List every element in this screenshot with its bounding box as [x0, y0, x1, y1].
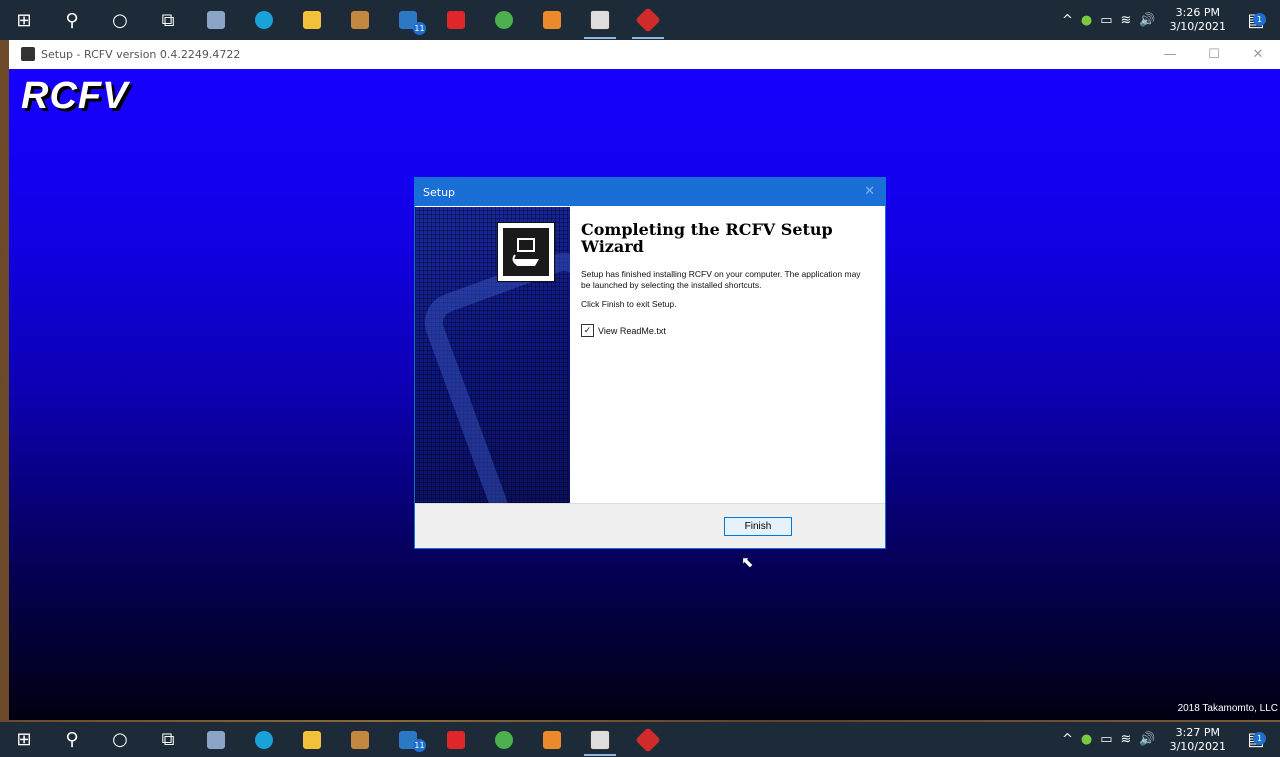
setup-app-icon[interactable]	[576, 0, 624, 40]
photos-icon[interactable]	[192, 722, 240, 757]
misc-app-icon[interactable]	[624, 722, 672, 757]
mail-badge: 11	[413, 22, 426, 35]
window-title: Setup - RCFV version 0.4.2249.4722	[41, 47, 241, 61]
clock[interactable]: 3:26 PM 3/10/2021	[1164, 6, 1232, 34]
task-view-icon[interactable]: ⧉	[144, 722, 192, 757]
clock[interactable]: 3:27 PM 3/10/2021	[1164, 726, 1232, 754]
windows-start-icon[interactable]: ⊞	[0, 0, 48, 40]
battery-icon[interactable]: ▭	[1100, 732, 1112, 747]
volume-icon[interactable]: 🔊	[1139, 13, 1155, 28]
foxit-icon[interactable]	[432, 722, 480, 757]
dialog-title: Setup	[423, 185, 456, 199]
dialog-titlebar: Setup ✕	[415, 178, 885, 206]
mail-icon[interactable]: 11	[384, 0, 432, 40]
wizard-paragraph-finished: Setup has finished installing RCFV on yo…	[581, 269, 861, 290]
file-explorer-icon[interactable]	[288, 0, 336, 40]
edge-icon[interactable]	[240, 0, 288, 40]
dialog-close-icon[interactable]: ✕	[864, 184, 875, 199]
system-tray: ^ ● ▭ ≋ 🔊 3:27 PM 3/10/2021 ▤1	[1062, 726, 1280, 754]
sync-icon[interactable]: ●	[1081, 732, 1092, 747]
dialog-content: Completing the RCFV Setup Wizard Setup h…	[570, 207, 885, 503]
view-readme-option[interactable]: ✓ View ReadMe.txt	[581, 324, 871, 337]
mail-icon[interactable]: 11	[384, 722, 432, 757]
setup-icon	[21, 47, 35, 61]
decorative-shape	[416, 244, 570, 503]
mail-badge: 11	[413, 739, 426, 752]
clock-date: 3/10/2021	[1169, 739, 1226, 753]
media-icon[interactable]	[528, 0, 576, 40]
foxit-icon[interactable]	[432, 0, 480, 40]
wizard-paragraph-exit: Click Finish to exit Setup.	[581, 299, 677, 309]
chevron-up-icon[interactable]: ^	[1062, 13, 1073, 28]
notification-icon[interactable]: ▤1	[1240, 10, 1272, 31]
setup-dialog: Setup ✕ Completing the RCFV Setup Wizard…	[414, 177, 886, 549]
chrome-icon[interactable]	[480, 722, 528, 757]
wifi-icon[interactable]: ≋	[1121, 732, 1132, 747]
wizard-heading: Completing the RCFV Setup Wizard	[581, 220, 833, 256]
notification-badge: 1	[1253, 12, 1266, 26]
notification-badge: 1	[1253, 732, 1266, 745]
file-explorer-icon[interactable]	[288, 722, 336, 757]
game-icon[interactable]	[336, 0, 384, 40]
minimize-button[interactable]: —	[1148, 47, 1192, 62]
task-view-icon[interactable]: ⧉	[144, 0, 192, 40]
cortana-icon[interactable]: ○	[96, 722, 144, 757]
sync-icon[interactable]: ●	[1081, 13, 1092, 28]
misc-app-icon[interactable]	[624, 0, 672, 40]
copyright-text: 2018 Takamomto, LLC	[1177, 703, 1278, 714]
wizard-side-image	[415, 207, 570, 503]
setup-app-icon[interactable]	[576, 722, 624, 757]
photos-icon[interactable]	[192, 0, 240, 40]
system-tray: ^ ● ▭ ≋ 🔊 3:26 PM 3/10/2021 ▤1	[1062, 6, 1280, 34]
maximize-button[interactable]: ☐	[1192, 47, 1236, 62]
view-readme-checkbox[interactable]: ✓	[581, 324, 594, 337]
cortana-icon[interactable]: ○	[96, 0, 144, 40]
dialog-footer: Finish	[415, 503, 885, 548]
chevron-up-icon[interactable]: ^	[1062, 732, 1073, 747]
taskbar-top: ⊞ ⚲ ○ ⧉ 11 ^ ● ▭ ≋ 🔊 3:26 PM 3/10/2021 ▤…	[0, 0, 1280, 40]
view-readme-label[interactable]: View ReadMe.txt	[598, 326, 666, 336]
dialog-body: Completing the RCFV Setup Wizard Setup h…	[415, 207, 885, 503]
clock-date: 3/10/2021	[1169, 20, 1226, 33]
game-icon[interactable]	[336, 722, 384, 757]
taskbar-bottom: ⊞ ⚲ ○ ⧉ 11 ^ ● ▭ ≋ 🔊 3:27 PM 3/10/2021 ▤…	[0, 722, 1280, 757]
finish-button[interactable]: Finish	[724, 517, 792, 536]
setup-window: Setup - RCFV version 0.4.2249.4722 — ☐ ✕…	[9, 40, 1280, 720]
clock-time: 3:27 PM	[1175, 725, 1220, 739]
windows-start-icon[interactable]: ⊞	[0, 722, 48, 757]
search-icon[interactable]: ⚲	[48, 0, 96, 40]
volume-icon[interactable]: 🔊	[1139, 732, 1155, 747]
installer-logo-icon	[497, 222, 555, 282]
computer-icon	[512, 238, 539, 266]
chrome-icon[interactable]	[480, 0, 528, 40]
checkmark-icon: ✓	[583, 325, 592, 335]
search-icon[interactable]: ⚲	[48, 722, 96, 757]
window-titlebar: Setup - RCFV version 0.4.2249.4722 — ☐ ✕	[9, 40, 1280, 68]
wifi-icon[interactable]: ≋	[1121, 13, 1132, 28]
brand-logo-text: RCFV	[21, 75, 129, 117]
clock-time: 3:26 PM	[1175, 6, 1220, 19]
media-icon[interactable]	[528, 722, 576, 757]
edge-icon[interactable]	[240, 722, 288, 757]
battery-icon[interactable]: ▭	[1100, 13, 1112, 28]
notification-icon[interactable]: ▤1	[1240, 729, 1272, 750]
close-button[interactable]: ✕	[1236, 47, 1280, 62]
mouse-cursor-icon: ⬉	[741, 553, 754, 571]
